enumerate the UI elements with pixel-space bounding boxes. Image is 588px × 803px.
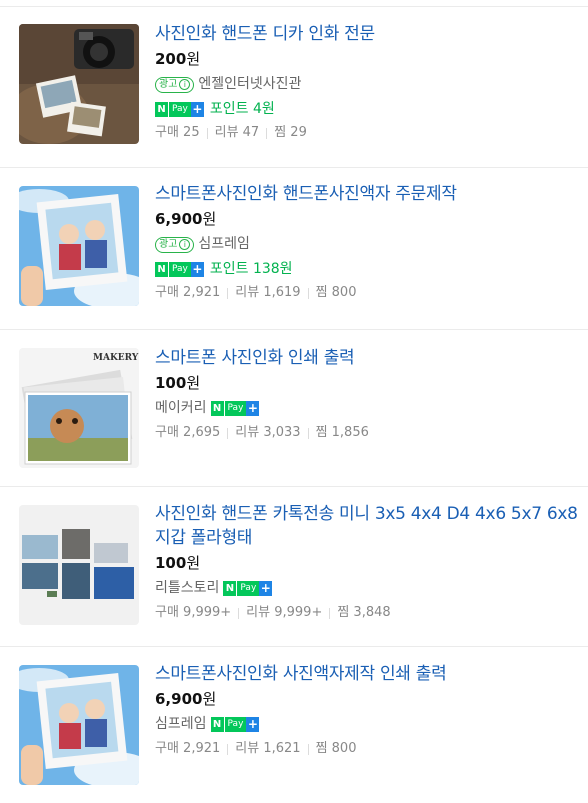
product-stats: 구매 2,921 리뷰 1,619 찜 800: [155, 283, 582, 303]
product-item[interactable]: 스마트폰사진인화 핸드폰사진액자 주문제작 6,900원 광고 i 심프레임 NP…: [0, 168, 588, 330]
review-count[interactable]: 리뷰 1,621: [235, 739, 300, 759]
npay-plus-icon: N Pay +: [210, 401, 260, 416]
purchase-count: 구매 2,921: [155, 285, 221, 300]
product-thumbnail[interactable]: [19, 186, 139, 306]
purchase-count: 구매 2,695: [155, 425, 221, 440]
wish-count[interactable]: 찜 800: [316, 283, 357, 303]
product-price: 200원: [155, 50, 201, 68]
divider: [266, 127, 268, 139]
product-thumbnail[interactable]: [19, 505, 139, 625]
product-stats: 구매 2,921 리뷰 1,621 찜 800: [155, 739, 582, 759]
product-list: 사진인화 핸드폰 디카 인화 전문 200원 광고 i 엔젤인터넷사진관 N Pay…: [0, 0, 588, 803]
wish-count[interactable]: 찜 29: [274, 123, 307, 143]
npay-plus-icon: N Pay +: [155, 101, 204, 117]
purchase-count: 구매 9,999+: [155, 605, 232, 620]
divider: [329, 607, 331, 619]
camera-photos-image: [19, 24, 139, 144]
product-item[interactable]: MAKERY 스마트폰 사진인화 인쇄 출력 100원 메이커리 N Pay + 구…: [0, 330, 588, 487]
product-price: 6,900원: [155, 210, 217, 228]
photo-frame-image: [19, 186, 139, 306]
seller-name[interactable]: 심프레임: [155, 714, 207, 735]
review-count[interactable]: 리뷰 1,619: [235, 283, 300, 303]
seller-name[interactable]: 심프레임: [198, 234, 250, 255]
seller-name[interactable]: 리틀스토리: [155, 578, 219, 599]
review-count[interactable]: 리뷰 47: [215, 123, 260, 143]
ad-badge[interactable]: 광고 i: [155, 76, 195, 93]
product-stats: 구매 9,999+ 리뷰 9,999+ 찜 3,848: [155, 603, 582, 623]
seller-row: 심프레임 N Pay +: [155, 714, 582, 735]
divider: [227, 427, 229, 439]
divider: [206, 127, 208, 139]
point-text: 포인트 4원: [209, 101, 275, 117]
product-price: 6,900원: [155, 690, 217, 708]
product-title[interactable]: 사진인화 핸드폰 카톡전송 미니 3x5 4x4 D4 4x6 5x7 6x8 …: [155, 502, 582, 550]
divider: [227, 287, 229, 299]
product-title[interactable]: 스마트폰 사진인화 인쇄 출력: [155, 346, 582, 370]
divider: [227, 743, 229, 755]
product-price: 100원: [155, 554, 201, 572]
product-title[interactable]: 스마트폰사진인화 핸드폰사진액자 주문제작: [155, 182, 582, 206]
npay-row: N Pay + 포인트 4원: [155, 99, 582, 119]
npay-plus-icon: N Pay +: [223, 581, 273, 596]
npay-row: N Pay + 포인트 138원: [155, 259, 582, 279]
wish-count[interactable]: 찜 3,848: [337, 603, 390, 623]
seller-row: 메이커리 N Pay +: [155, 398, 582, 419]
product-thumbnail[interactable]: [19, 24, 139, 144]
npay-plus-icon: N Pay +: [155, 261, 204, 277]
divider: [307, 287, 309, 299]
photo-collage-image: [19, 505, 139, 625]
review-count[interactable]: 리뷰 9,999+: [246, 603, 322, 623]
info-icon: i: [179, 79, 191, 90]
purchase-count: 구매 25: [155, 125, 200, 140]
seller-row: 광고 i 엔젤인터넷사진관: [155, 74, 582, 95]
product-item[interactable]: 사진인화 핸드폰 디카 인화 전문 200원 광고 i 엔젤인터넷사진관 N Pay…: [0, 7, 588, 168]
point-text: 포인트 138원: [209, 261, 293, 277]
makery-logo: MAKERY: [93, 353, 139, 363]
product-stats: 구매 2,695 리뷰 3,033 찜 1,856: [155, 423, 582, 443]
product-title[interactable]: 사진인화 핸드폰 디카 인화 전문: [155, 22, 582, 46]
purchase-count: 구매 2,921: [155, 741, 221, 756]
product-thumbnail[interactable]: MAKERY: [19, 348, 139, 468]
seller-row: 광고 i 심프레임: [155, 234, 582, 255]
ad-badge[interactable]: 광고 i: [155, 236, 195, 253]
product-price: 100원: [155, 374, 201, 392]
seller-name[interactable]: 메이커리: [155, 398, 207, 419]
seller-row: 리틀스토리 N Pay +: [155, 578, 582, 599]
product-title[interactable]: 스마트폰사진인화 사진액자제작 인쇄 출력: [155, 662, 582, 686]
product-item[interactable]: 사진인화 핸드폰 카톡전송 미니 3x5 4x4 D4 4x6 5x7 6x8 …: [0, 487, 588, 647]
divider: [307, 743, 309, 755]
wish-count[interactable]: 찜 800: [316, 739, 357, 759]
wish-count[interactable]: 찜 1,856: [316, 423, 369, 443]
photo-frame-image: [19, 665, 139, 785]
divider: [307, 427, 309, 439]
product-thumbnail[interactable]: [19, 665, 139, 785]
photo-prints-image: [19, 348, 139, 468]
info-icon: i: [179, 239, 191, 250]
review-count[interactable]: 리뷰 3,033: [235, 423, 300, 443]
product-stats: 구매 25 리뷰 47 찜 29: [155, 123, 582, 143]
seller-name[interactable]: 엔젤인터넷사진관: [198, 74, 301, 95]
product-item[interactable]: 스마트폰사진인화 사진액자제작 인쇄 출력 6,900원 심프레임 N Pay + …: [0, 647, 588, 803]
divider: [238, 607, 240, 619]
npay-plus-icon: N Pay +: [210, 717, 260, 732]
